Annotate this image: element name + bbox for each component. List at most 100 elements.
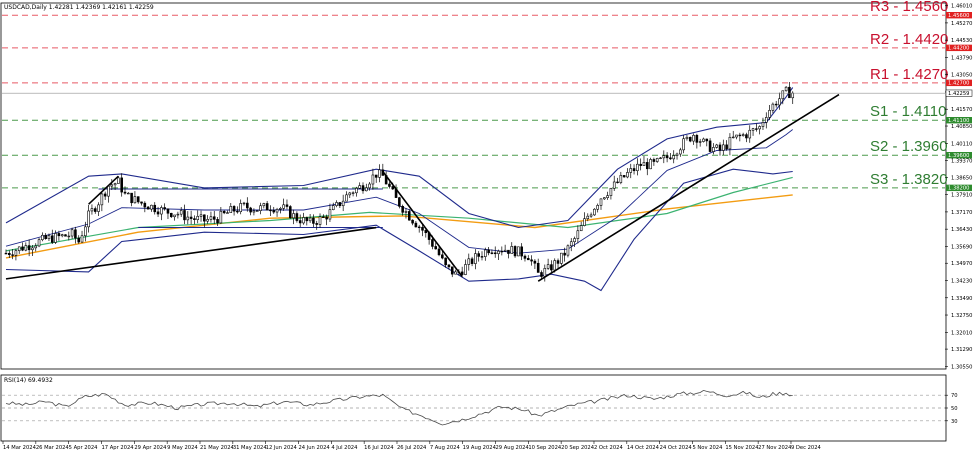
candle-body — [573, 238, 576, 243]
price-tick-label: 1.44530 — [951, 38, 972, 44]
candle-body — [576, 230, 580, 239]
price-tick-label: 1.37910 — [951, 193, 972, 199]
candle-body — [474, 253, 477, 264]
candle-body — [107, 185, 110, 197]
date-tick-label: 29 Apr 2024 — [134, 445, 167, 451]
date-tick-label: 20 Sep 2024 — [561, 445, 595, 451]
candle-body — [586, 215, 590, 219]
candle-body — [305, 217, 309, 222]
candle-body — [503, 249, 507, 252]
candle-body — [553, 260, 557, 271]
candle-body — [556, 260, 560, 264]
candle-body — [566, 245, 570, 256]
candle-body — [431, 239, 434, 247]
candle-body — [460, 271, 464, 275]
candle-body — [593, 208, 596, 216]
candle-body — [748, 129, 752, 139]
date-tick-label: 16 Jul 2024 — [364, 445, 394, 451]
candle-body — [130, 192, 133, 204]
candle-body — [401, 205, 404, 213]
candle-body — [464, 264, 467, 275]
candle-body — [414, 222, 418, 228]
candle-body — [199, 214, 203, 217]
candle-body — [67, 235, 71, 238]
candle-body — [682, 138, 685, 151]
candle-body — [8, 253, 11, 256]
candle-body — [404, 211, 408, 213]
candle-body — [348, 192, 352, 196]
candle-body — [477, 253, 480, 257]
price-tick-label: 1.32750 — [951, 313, 972, 319]
candle-body — [318, 216, 322, 225]
price-chart[interactable]: USDCAD,Daily 1.42281 1.42369 1.42161 1.4… — [0, 0, 975, 452]
candle-body — [80, 235, 84, 243]
level-label-3: R1 - 1.4270 — [870, 66, 948, 83]
date-tick-label: 29 Aug 2024 — [495, 445, 529, 451]
level-price-tag-text-3: 1.42700 — [948, 81, 969, 87]
candle-body — [262, 203, 266, 207]
candle-body — [156, 211, 160, 215]
candle-body — [487, 249, 490, 254]
candle-body — [411, 219, 414, 224]
candle-body — [603, 197, 606, 200]
date-tick-label: 4 Jul 2024 — [331, 445, 358, 451]
price-tick-label: 1.31290 — [951, 347, 972, 353]
candle-body — [87, 210, 90, 228]
candle-body — [771, 103, 775, 111]
candle-body — [688, 136, 692, 142]
candle-body — [272, 210, 276, 213]
candle-body — [626, 172, 629, 178]
rsi-tick-label: 70 — [951, 393, 958, 399]
date-tick-label: 14 Oct 2024 — [627, 445, 660, 451]
candle-body — [34, 245, 38, 249]
candle-body — [695, 134, 699, 143]
candle-body — [252, 210, 256, 213]
candle-body — [31, 247, 34, 251]
candle-body — [639, 163, 642, 166]
date-tick-label: 5 Apr 2024 — [69, 445, 98, 451]
candle-body — [179, 210, 183, 215]
candle-body — [388, 183, 391, 187]
candle-body — [57, 233, 61, 237]
candle-body — [226, 212, 229, 214]
candle-body — [236, 210, 239, 213]
candle-body — [536, 262, 540, 273]
candle-body — [540, 272, 543, 277]
candle-body — [110, 184, 114, 187]
candle-body — [259, 205, 262, 211]
level-label-2: R2 - 1.4420 — [870, 31, 948, 48]
candle-body — [133, 196, 137, 204]
candle-body — [189, 216, 193, 219]
date-tick-label: 15 Nov 2024 — [725, 445, 759, 451]
candle-body — [669, 157, 672, 160]
candle-body — [232, 206, 236, 212]
date-tick-label: 24 Oct 2024 — [660, 445, 693, 451]
candle-body — [341, 200, 345, 207]
candle-body — [160, 207, 163, 215]
candle-body — [649, 159, 652, 170]
candle-body — [520, 246, 523, 257]
price-tick-label: 1.36430 — [951, 227, 972, 233]
candle-body — [609, 188, 613, 196]
candle-body — [4, 252, 8, 255]
candle-body — [322, 216, 325, 218]
level-label-1: R3 - 1.4560 — [870, 0, 948, 15]
candle-body — [113, 183, 117, 186]
candle-body — [447, 264, 451, 268]
candle-body — [331, 205, 335, 211]
candle-body — [74, 229, 77, 239]
candle-body — [778, 98, 781, 106]
candle-body — [417, 226, 421, 229]
candle-body — [212, 216, 216, 220]
date-tick-label: 24 Jun 2024 — [298, 445, 330, 451]
candle-body — [279, 208, 282, 210]
candle-body — [579, 225, 583, 232]
date-tick-label: 7 Aug 2024 — [430, 445, 461, 451]
candle-body — [44, 234, 47, 240]
candle-body — [659, 157, 662, 159]
price-tick-label: 1.33490 — [951, 296, 972, 302]
candle-body — [679, 149, 682, 155]
candle-body — [183, 210, 186, 221]
date-tick-label: 26 Jul 2024 — [397, 445, 427, 451]
candle-body — [358, 185, 361, 189]
